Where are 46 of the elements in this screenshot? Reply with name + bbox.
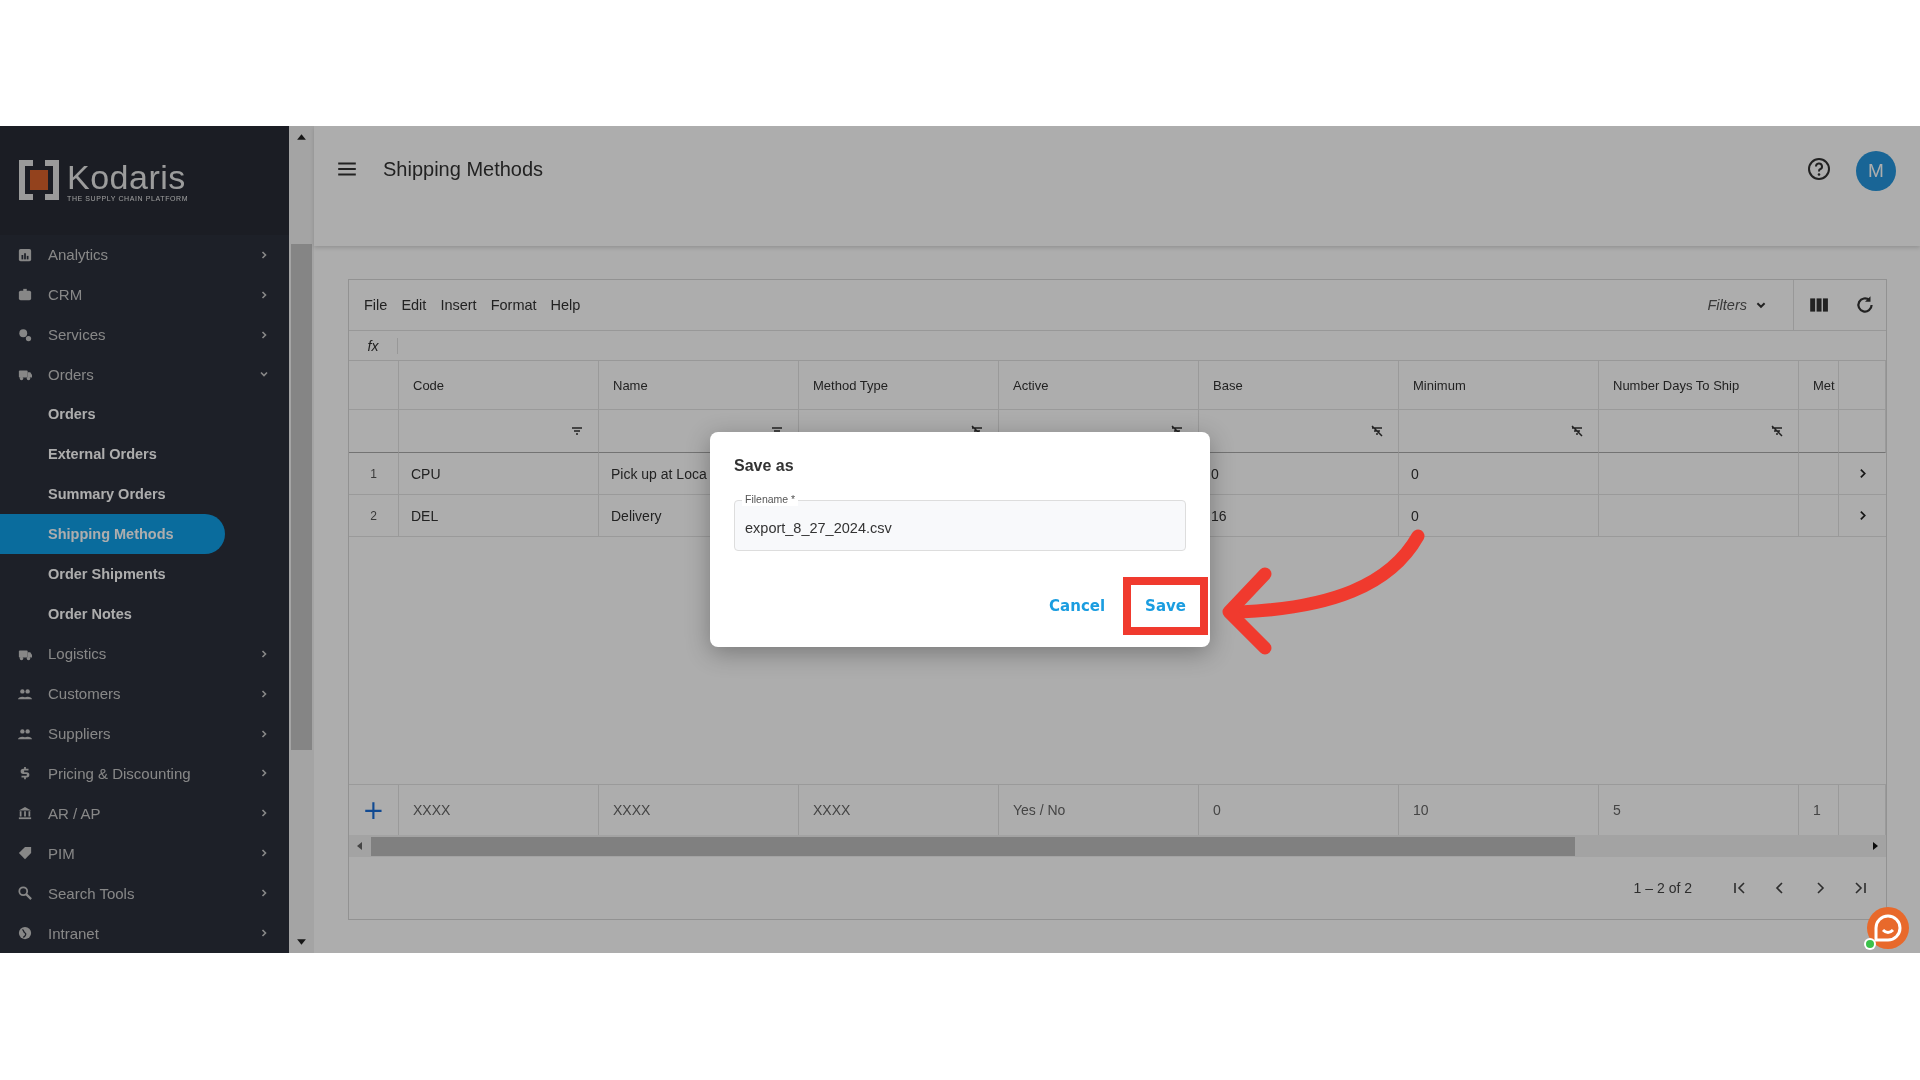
sidebar-item[interactable]: Customers — [0, 673, 289, 714]
menu-item[interactable]: Insert — [440, 297, 477, 313]
sidebar-item[interactable]: Search Tools — [0, 873, 289, 914]
field-label: Filename * — [742, 492, 799, 506]
sidebar-item[interactable]: Logistics — [0, 633, 289, 674]
column-header[interactable]: Code — [399, 361, 599, 410]
sidebar-item[interactable]: CRM — [0, 274, 289, 315]
column-header[interactable]: Active — [999, 361, 1199, 410]
sidebar-item[interactable]: PIM — [0, 833, 289, 874]
page-title: Shipping Methods — [383, 157, 544, 182]
page-range: 1 – 2 of 2 — [1633, 880, 1692, 896]
filters-dropdown[interactable]: Filters — [1707, 297, 1767, 313]
row-number: 1 — [349, 453, 399, 495]
sidebar-subitem[interactable]: External Orders — [0, 434, 225, 475]
add-row-button[interactable]: + — [362, 797, 385, 823]
table-cell: DEL — [399, 495, 599, 537]
dialog-title: Save as — [734, 457, 795, 475]
sidebar-subitem[interactable]: Shipping Methods — [0, 514, 225, 554]
menu-item[interactable]: Edit — [401, 297, 427, 313]
user-avatar[interactable]: M — [1856, 151, 1896, 191]
menu-item[interactable]: File — [364, 297, 388, 313]
sidebar-item[interactable]: Pricing & Discounting — [0, 753, 289, 794]
sidebar-subitem[interactable]: Order Shipments — [0, 554, 225, 594]
table-cell: 0 — [1399, 453, 1599, 495]
table-cell: 0 — [1399, 495, 1599, 537]
sidebar-item[interactable]: Suppliers — [0, 713, 289, 754]
column-header[interactable]: Name — [599, 361, 799, 410]
menu-item[interactable]: Help — [550, 297, 581, 313]
column-header[interactable]: Minimum — [1399, 361, 1599, 410]
row-number: 2 — [349, 495, 399, 537]
formula-label: fx — [349, 337, 398, 354]
sidebar-item[interactable]: Services — [0, 314, 289, 355]
table-cell: CPU — [399, 453, 599, 495]
sidebar-item[interactable]: Intranet — [0, 913, 289, 953]
column-header[interactable]: Method Type — [799, 361, 999, 410]
menu-item[interactable]: Format — [490, 297, 537, 313]
sidebar-item[interactable]: Orders — [0, 354, 289, 395]
logo-wordmark: Kodaris — [67, 158, 187, 195]
sidebar-item[interactable]: AR / AP — [0, 793, 289, 834]
sidebar-subitem[interactable]: Order Notes — [0, 593, 225, 634]
column-header[interactable]: Number Days To Ship — [1599, 361, 1799, 410]
column-header[interactable]: Met — [1799, 361, 1839, 410]
sidebar-item[interactable]: Analytics — [0, 234, 289, 275]
column-header[interactable]: Base — [1199, 361, 1399, 410]
sidebar-subitem[interactable]: Orders — [0, 394, 225, 435]
sidebar-subitem[interactable]: Summary Orders — [0, 474, 225, 515]
